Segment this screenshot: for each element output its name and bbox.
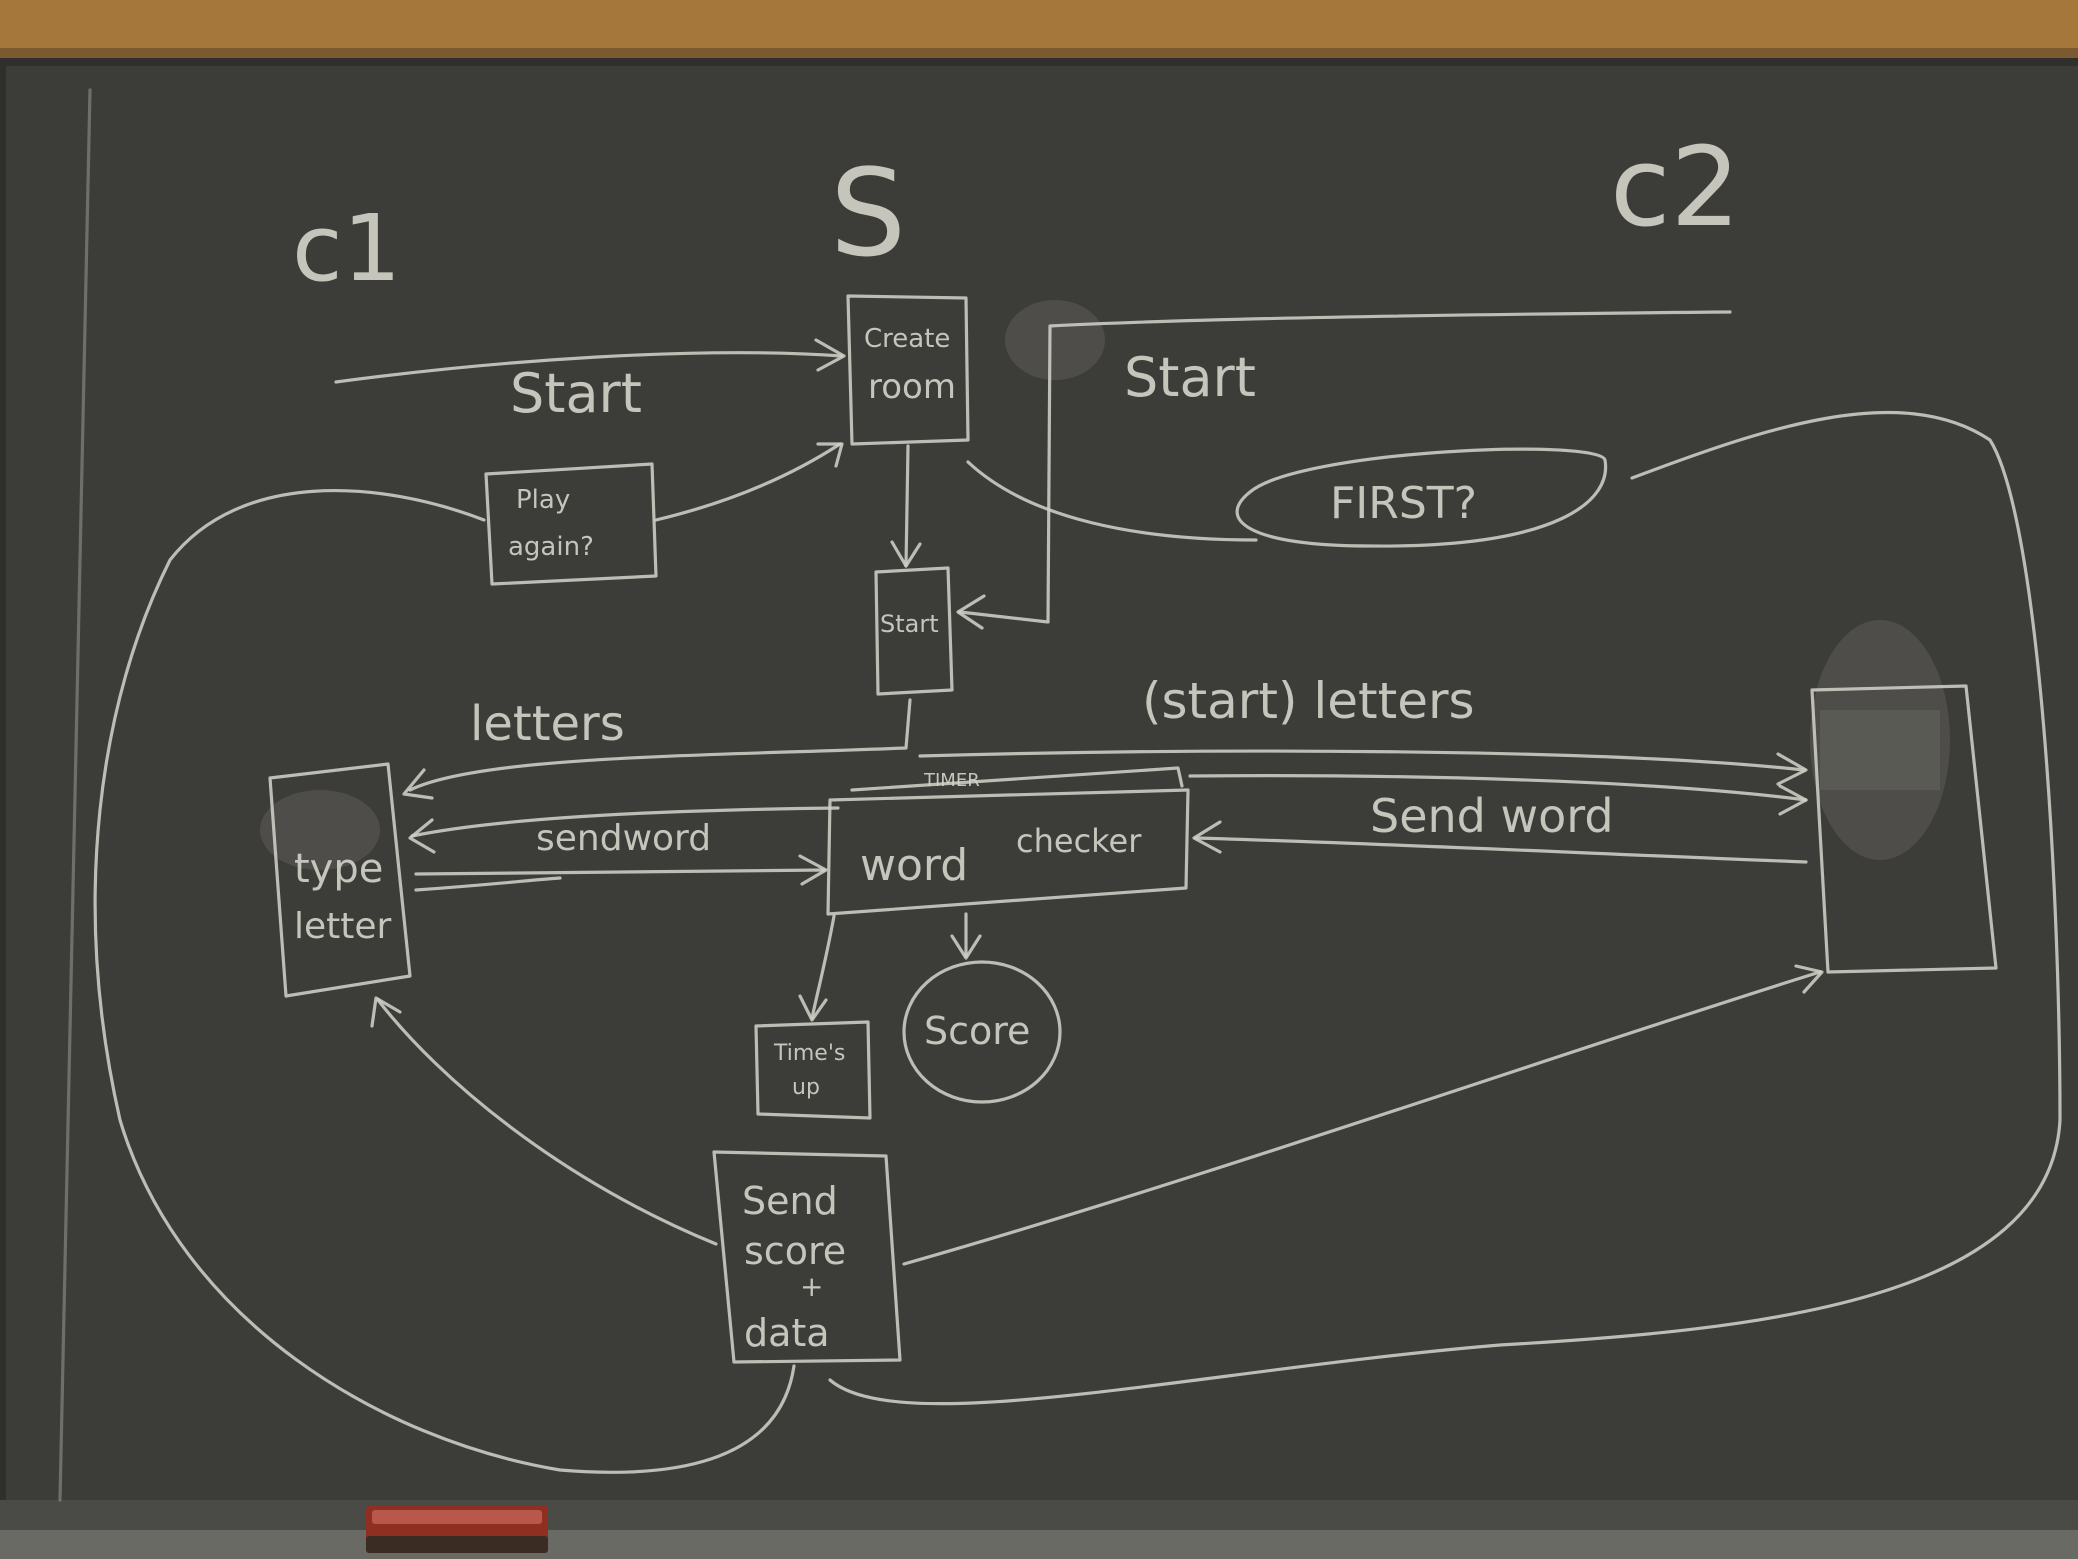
type-letter-line2: letter	[294, 906, 392, 947]
send-score-line2: score	[744, 1229, 846, 1273]
times-up-line2: up	[792, 1075, 820, 1100]
label-start-c2: Start	[1124, 346, 1256, 409]
word-checker-line1: word	[860, 840, 968, 891]
create-room-line1: Create	[864, 324, 950, 354]
arrow-create-to-start	[904, 444, 910, 568]
send-score-line3: +	[800, 1270, 823, 1303]
label-letters-c1: letters	[470, 696, 625, 752]
type-letter-line1: type	[294, 846, 383, 892]
timer-label: TIMER	[923, 770, 980, 791]
start-box-label: Start	[880, 610, 939, 638]
chalk-tray-lip	[0, 1530, 2078, 1559]
lane-client2: c2	[1610, 123, 1740, 251]
label-sendword-c1: sendword	[536, 818, 711, 859]
lane-server: S	[830, 145, 906, 284]
times-up-line1: Time's	[773, 1041, 845, 1066]
first-ready-label: FIRST?	[1330, 478, 1477, 529]
send-score-line1: Send	[742, 1179, 838, 1223]
label-start-c1: Start	[510, 362, 642, 425]
play-again-line1: Play	[516, 485, 570, 515]
play-again-line2: again?	[508, 532, 594, 562]
score-label: Score	[924, 1009, 1030, 1053]
smudge	[1005, 300, 1105, 380]
chalkboard-scene: c1 S c2 Create room Play again? Start FI…	[0, 0, 2078, 1559]
label-letters-c2: (start) letters	[1142, 672, 1475, 730]
create-room-line2: room	[868, 367, 956, 407]
lane-client1: c1	[292, 195, 401, 302]
send-score-line4: data	[744, 1311, 830, 1355]
word-checker-line2: checker	[1016, 822, 1142, 860]
label-sendword-c2: Send word	[1370, 789, 1614, 843]
eraser	[366, 1505, 548, 1553]
